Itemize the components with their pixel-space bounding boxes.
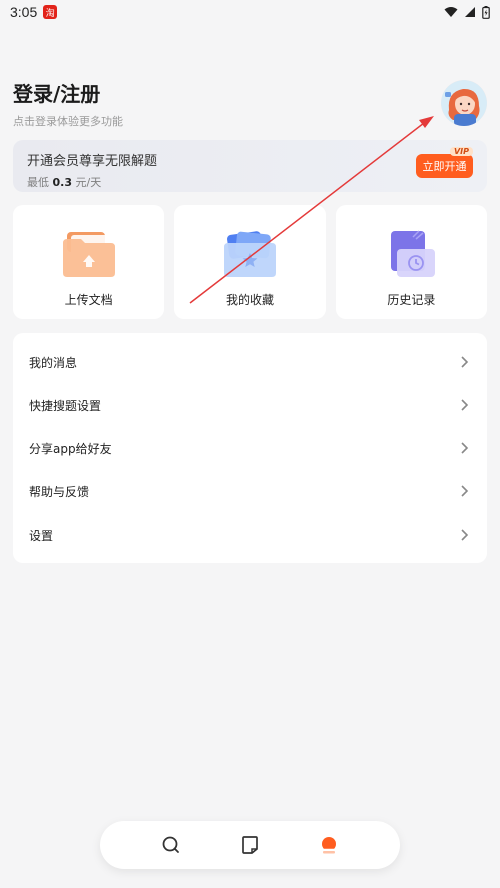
login-header[interactable]: 登录/注册 点击登录体验更多功能 bbox=[13, 78, 487, 128]
favorites-card[interactable]: 我的收藏 bbox=[174, 205, 326, 319]
menu-item-settings[interactable]: 设置 bbox=[13, 515, 487, 555]
history-label: 历史记录 bbox=[387, 293, 436, 307]
wifi-icon bbox=[444, 7, 458, 17]
search-icon bbox=[162, 836, 180, 853]
menu-item-share-app[interactable]: 分享app给好友 bbox=[13, 428, 487, 468]
bottom-nav bbox=[100, 821, 400, 869]
status-time: 3:05 bbox=[10, 4, 38, 20]
vip-price: 最低 0.3 元/天 bbox=[27, 174, 473, 190]
favorites-label: 我的收藏 bbox=[225, 293, 274, 307]
chevron-right-icon bbox=[461, 356, 469, 368]
avatar[interactable] bbox=[441, 80, 487, 126]
chevron-right-icon bbox=[461, 399, 469, 411]
upload-document-label: 上传文档 bbox=[64, 293, 113, 307]
history-clock-icon bbox=[391, 230, 436, 277]
vip-badge: VIP bbox=[449, 147, 473, 156]
menu-item-label: 帮助与反馈 bbox=[29, 484, 90, 499]
chevron-right-icon bbox=[461, 442, 469, 454]
menu-item-label: 分享app给好友 bbox=[29, 441, 112, 456]
folder-upload-icon bbox=[62, 232, 115, 277]
menu-list: 我的消息 快捷搜题设置 分享app给好友 帮助与反馈 设置 bbox=[13, 333, 487, 563]
vip-price-prefix: 最低 bbox=[27, 176, 49, 189]
folder-star-icon bbox=[223, 231, 276, 277]
menu-item-help-feedback[interactable]: 帮助与反馈 bbox=[13, 471, 487, 511]
nav-search-button[interactable] bbox=[159, 833, 183, 857]
vip-title: 开通会员尊享无限解题 bbox=[27, 154, 158, 169]
vip-open-button[interactable]: 立即开通 bbox=[416, 154, 473, 178]
menu-item-label: 我的消息 bbox=[29, 355, 78, 370]
menu-item-label: 设置 bbox=[29, 528, 54, 543]
menu-item-messages[interactable]: 我的消息 bbox=[13, 342, 487, 382]
profile-icon bbox=[320, 837, 337, 854]
history-card[interactable]: 历史记录 bbox=[335, 205, 487, 319]
status-icons bbox=[444, 5, 490, 19]
avatar-illustration-icon bbox=[441, 80, 487, 126]
quick-actions: 上传文档 我的收藏 历史记录 bbox=[13, 205, 487, 319]
upload-document-card[interactable]: 上传文档 bbox=[13, 205, 165, 319]
login-title[interactable]: 登录/注册 bbox=[13, 78, 487, 107]
vip-banner[interactable]: 开通会员尊享无限解题 最低 0.3 元/天 立即开通 VIP bbox=[13, 140, 487, 192]
menu-item-label: 快捷搜题设置 bbox=[29, 398, 102, 413]
menu-item-quick-search-settings[interactable]: 快捷搜题设置 bbox=[13, 385, 487, 425]
signal-icon bbox=[465, 7, 475, 17]
chevron-right-icon bbox=[461, 529, 469, 541]
status-bar: 3:05 淘 bbox=[0, 0, 500, 24]
login-subtitle: 点击登录体验更多功能 bbox=[13, 115, 123, 128]
battery-icon bbox=[482, 5, 490, 19]
nav-profile-button[interactable] bbox=[317, 833, 341, 857]
chevron-right-icon bbox=[461, 485, 469, 497]
vip-price-unit: 元/天 bbox=[75, 176, 102, 189]
nav-document-button[interactable] bbox=[238, 833, 262, 857]
taobao-notification-icon: 淘 bbox=[43, 5, 58, 19]
vip-price-value: 0.3 bbox=[52, 176, 73, 189]
document-icon bbox=[242, 836, 258, 854]
